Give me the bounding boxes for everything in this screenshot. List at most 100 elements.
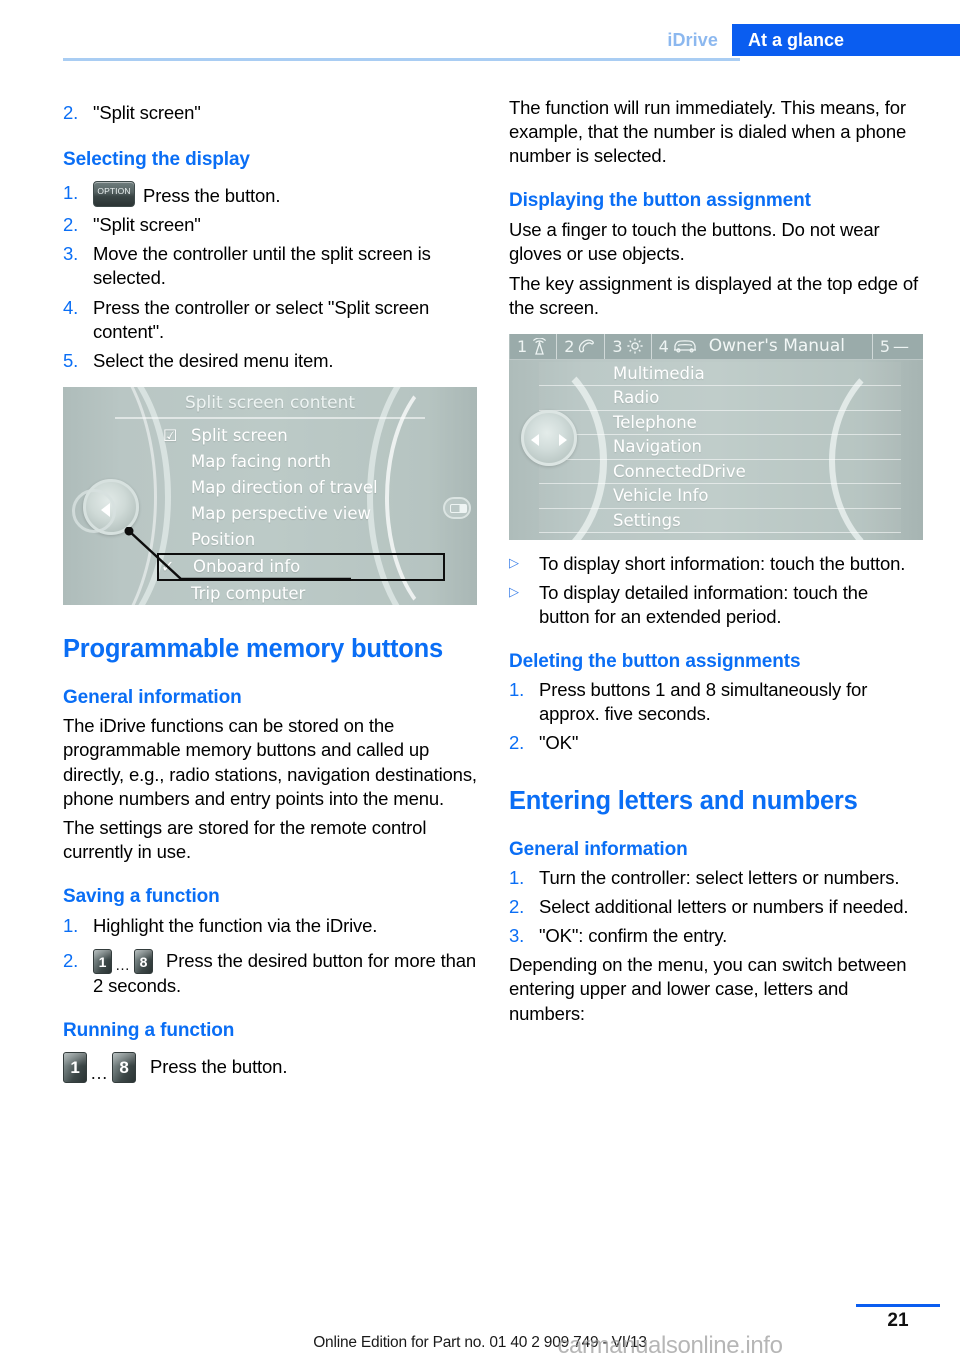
arrow-right-icon <box>559 433 567 446</box>
memory-buttons-1-to-8-icon: 1 … 8 <box>63 1052 136 1084</box>
heading-general-information: General information <box>63 686 242 708</box>
step-number: 2. <box>509 895 525 917</box>
screen-title: Split screen content <box>184 392 356 413</box>
assignment-slot-1[interactable]: 1 <box>509 333 558 360</box>
screen-title-divider <box>115 416 425 419</box>
step-text: OPTION Press the button. <box>93 180 477 208</box>
telephone-handset-icon <box>579 339 595 353</box>
split-screen-toggle-icon <box>443 496 471 519</box>
triangle-bullet-icon: ▷ <box>509 583 519 599</box>
running-a-function-label: Press the button. <box>150 1056 288 1078</box>
step-number: 4. <box>63 296 79 318</box>
paragraph: Depending on the menu, you can switch be… <box>509 954 907 1024</box>
footer-divider <box>856 1304 940 1307</box>
step-text: Press buttons 1 and 8 simultaneously for… <box>539 679 868 725</box>
list-item: 2. "Split screen" <box>63 213 477 237</box>
paragraph: The iDrive functions can be stored on th… <box>63 715 477 809</box>
list-item: ▷ To display short information: touch th… <box>509 552 923 576</box>
step-text: Select the desired menu item. <box>93 349 334 371</box>
list-item[interactable]: ☑ Split screen <box>161 423 445 449</box>
step-number: 5. <box>63 349 79 371</box>
step-text-label: Press the button. <box>143 184 281 206</box>
memory-button-8-icon: 8 <box>112 1052 136 1084</box>
list-item-label: Multimedia <box>613 363 705 383</box>
step-text: Highlight the function via the iDrive. <box>93 914 378 936</box>
step-text: "OK": confirm the entry. <box>539 925 728 947</box>
step-number: 1. <box>63 914 79 936</box>
paragraph: The settings are stored for the remote c… <box>63 816 427 862</box>
paragraph: The key assignment is displayed at the t… <box>509 272 919 318</box>
memory-button-1-icon: 1 <box>63 1052 87 1084</box>
memory-buttons-1-to-8-icon: 1 … 8 <box>93 949 153 975</box>
step-text: Press the controller or select "Split sc… <box>93 296 430 342</box>
checkbox-icon: ☑ <box>163 425 178 445</box>
list-item: 2. 1 … 8 Press the desired button for mo… <box>63 949 477 998</box>
assignment-slot-2[interactable]: 2 <box>557 333 606 360</box>
assignment-slot-4[interactable]: 4 Owner's Manual <box>652 333 873 360</box>
list-item: 1. OPTION Press the button. <box>63 180 477 208</box>
list-item: ▷ To display detailed information: touch… <box>509 581 923 629</box>
step-number: 2. <box>63 214 79 236</box>
heading-deleting-the-button-assignments: Deleting the button assignments <box>509 651 801 673</box>
list-item[interactable]: Vehicle Info <box>539 484 901 509</box>
dash-icon: — <box>893 336 909 356</box>
list-item-label: Vehicle Info <box>613 486 709 506</box>
paragraph: The function will run immediately. This … <box>509 97 907 167</box>
step-number: 1. <box>509 866 525 888</box>
list-item: 1. Press buttons 1 and 8 simultaneously … <box>509 678 923 726</box>
list-item[interactable]: Map direction of travel <box>161 475 445 501</box>
step-text: 1 … 8 Press the desired button for more … <box>93 949 477 998</box>
list-item[interactable]: Radio <box>539 386 901 411</box>
step-text: Turn the controller: select letters or n… <box>539 866 900 888</box>
arrow-left-icon <box>101 502 110 517</box>
list-item[interactable]: Settings <box>539 508 901 534</box>
bullet-text: To display detailed information: touch t… <box>539 581 868 628</box>
gear-icon <box>626 338 643 354</box>
left-column: 2. "Split screen" Selecting the display … <box>63 96 477 1084</box>
header-divider <box>63 58 740 61</box>
list-item[interactable]: Map facing north <box>161 449 445 475</box>
step-number: 3. <box>63 243 79 265</box>
assignment-number: 1 <box>517 336 528 356</box>
step-number: 3. <box>509 925 525 947</box>
list-item: 1. Turn the controller: select letters o… <box>509 866 923 890</box>
list-item-label: Split screen <box>191 425 288 445</box>
radio-tower-icon <box>533 337 547 355</box>
list-item: 4. Press the controller or select "Split… <box>63 296 477 344</box>
assignment-number: 4 <box>658 336 669 356</box>
car-front-icon <box>673 339 696 353</box>
manual-page: iDrive At a glance 2. "Split screen" Sel… <box>0 0 960 1362</box>
option-hardkey-icon: OPTION <box>93 180 135 207</box>
callout-leader-line <box>124 526 351 581</box>
owners-manual-menu-list: Multimedia Radio Telephone Navigation Co… <box>539 361 901 534</box>
list-item: 3. Move the controller until the split s… <box>63 242 477 290</box>
list-item[interactable]: Telephone <box>539 410 901 436</box>
list-item[interactable]: Map perspective view <box>161 501 445 527</box>
heading-programmable-memory-buttons: Programmable memory buttons <box>63 634 444 663</box>
assignment-slot-5[interactable]: 5 — <box>873 334 923 360</box>
page-header: iDrive At a glance <box>0 0 960 62</box>
list-item-label: Map direction of travel <box>191 477 378 497</box>
owners-manual-screen-illustration: 1 2 3 4 Owner's Manual 5 — Multimedia Ra… <box>509 333 923 540</box>
step-number: 2. <box>63 102 79 123</box>
watermark: carmanualsonline.info <box>557 1332 783 1359</box>
screen-title: Owner's Manual <box>708 336 845 357</box>
list-item-label: Map perspective view <box>191 503 371 523</box>
list-item-label: Telephone <box>613 412 697 432</box>
assignment-slot-3[interactable]: 3 <box>605 333 652 360</box>
split-screen-content-illustration: Split screen content ☑ Split screen Map … <box>63 386 477 605</box>
list-item-label: Radio <box>613 388 660 408</box>
list-item[interactable]: Navigation <box>539 435 901 460</box>
list-item[interactable]: ConnectedDrive <box>539 459 901 485</box>
step-text: Move the controller until the split scre… <box>93 243 431 289</box>
memory-button-1-icon: 1 <box>93 949 112 975</box>
list-item: 3. "OK": confirm the entry. <box>509 924 923 948</box>
step-number: 2. <box>509 732 525 754</box>
header-tabs: iDrive At a glance <box>657 24 960 56</box>
list-item-label: ConnectedDrive <box>613 461 746 481</box>
running-a-function-row: 1 … 8 Press the button. <box>63 1052 477 1084</box>
list-item[interactable]: Multimedia <box>539 361 901 387</box>
step-number: 1. <box>509 679 525 700</box>
step-number: 2. <box>63 950 79 972</box>
breadcrumb-chapter: iDrive <box>667 30 718 50</box>
